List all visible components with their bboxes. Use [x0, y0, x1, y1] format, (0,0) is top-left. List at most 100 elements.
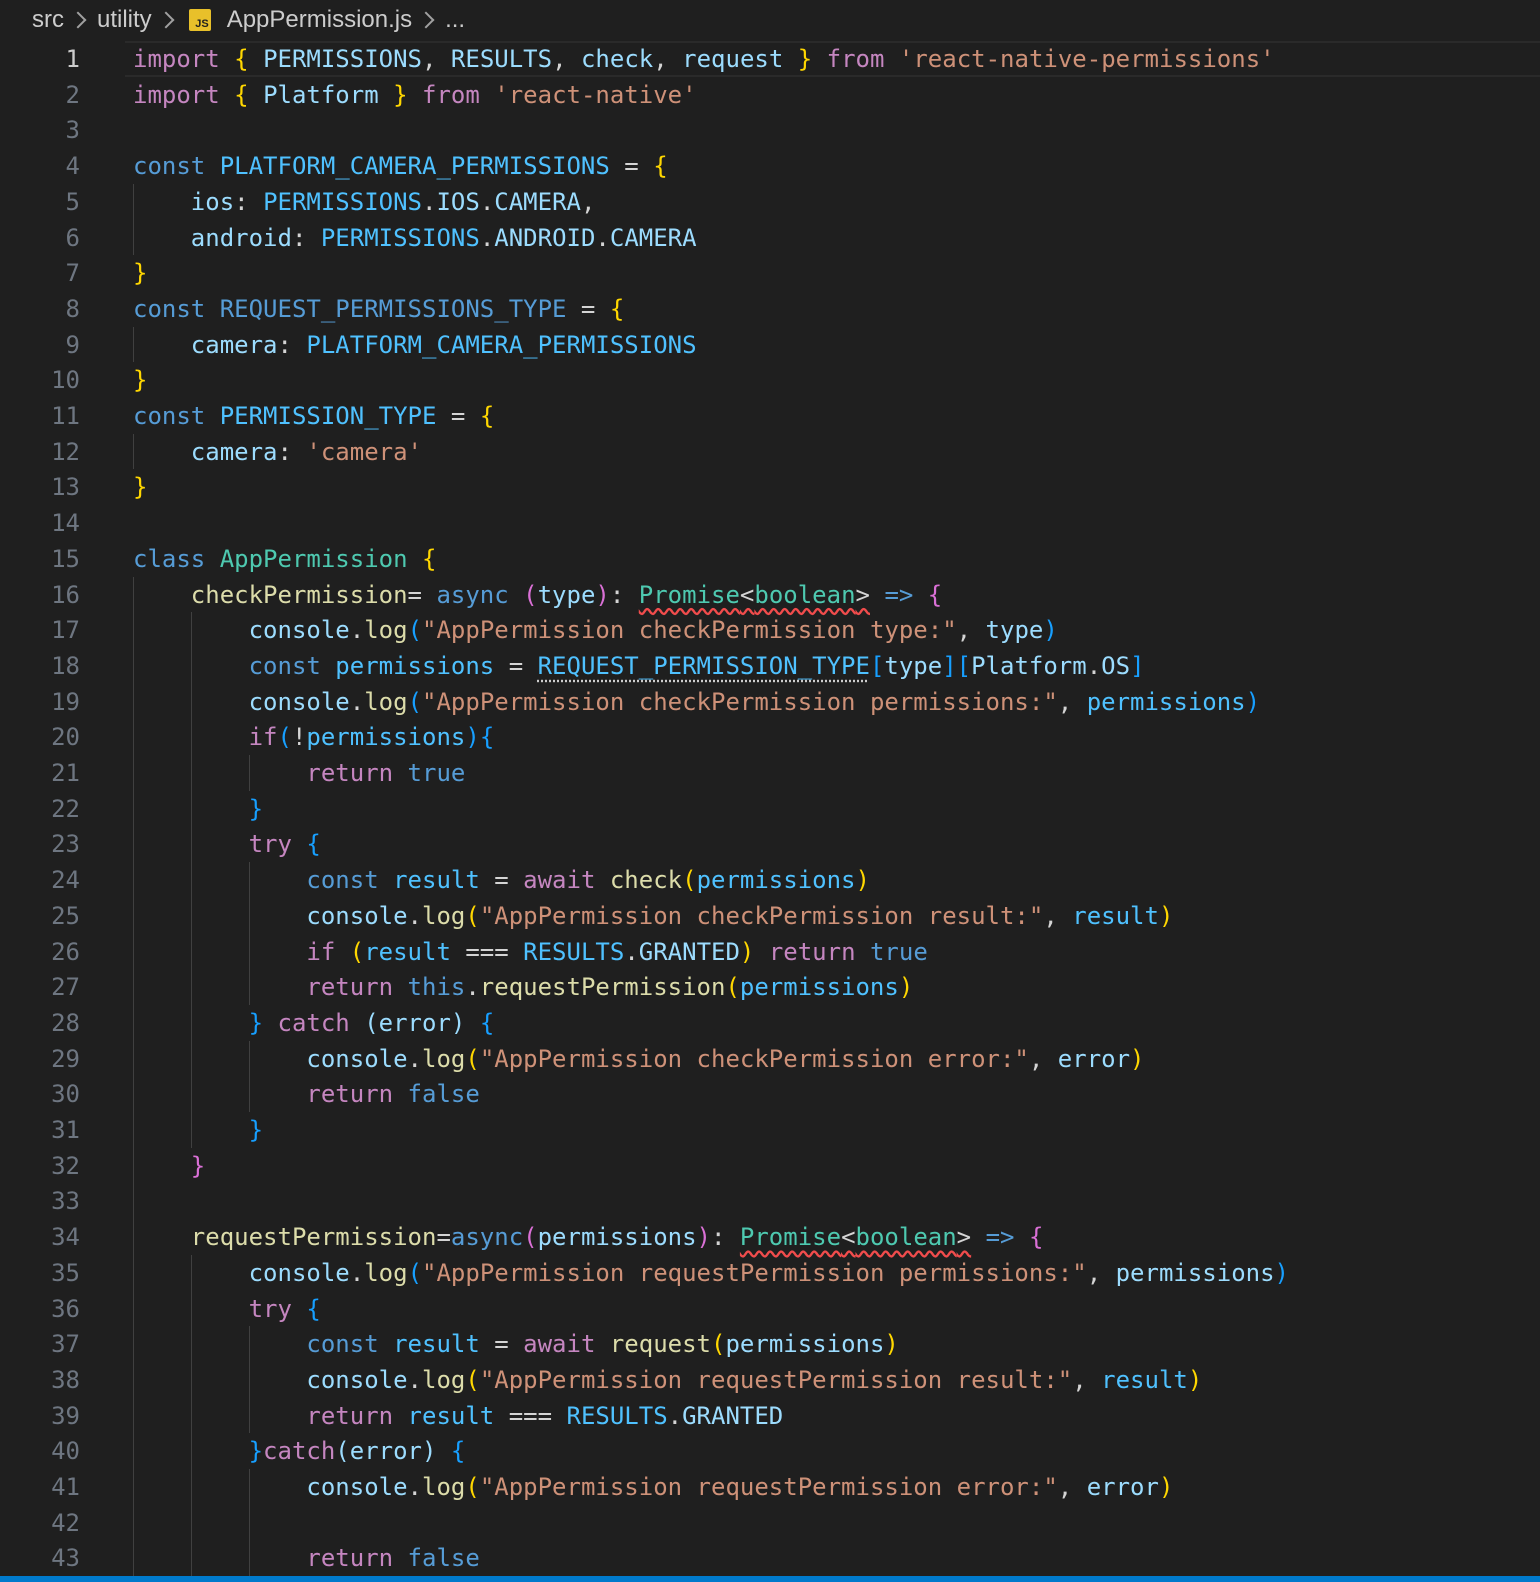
code-line[interactable]: 8 const REQUEST_PERMISSIONS_TYPE = { — [0, 291, 1540, 327]
code-line[interactable]: 39 return result === RESULTS.GRANTED — [0, 1398, 1540, 1434]
code-line[interactable]: 22 } — [0, 791, 1540, 827]
line-number: 16 — [51, 580, 80, 609]
code-line[interactable]: 5 ios: PERMISSIONS.IOS.CAMERA, — [0, 184, 1540, 220]
code-line[interactable]: 42 — [0, 1505, 1540, 1541]
code-line[interactable]: 27 return this.requestPermission(permiss… — [0, 969, 1540, 1005]
code-line[interactable]: 15 class AppPermission { — [0, 541, 1540, 577]
code-token: . — [624, 937, 639, 966]
code-line[interactable]: 16 checkPermission= async (type): Promis… — [0, 577, 1540, 613]
breadcrumb-item-file[interactable]: AppPermission.js — [227, 6, 412, 34]
code-line[interactable]: 31 } — [0, 1112, 1540, 1148]
code-line[interactable]: 11 const PERMISSION_TYPE = { — [0, 398, 1540, 434]
code-token: , — [1057, 1473, 1087, 1501]
code-line[interactable]: 43 return false — [0, 1540, 1540, 1576]
code-line[interactable]: 33 — [0, 1183, 1540, 1219]
code-line[interactable]: 10} — [0, 362, 1540, 398]
code-line[interactable]: 37 const result = await request(permissi… — [0, 1326, 1540, 1362]
code-line[interactable]: 20 if(!permissions){ — [0, 719, 1540, 755]
code-line[interactable]: 2 import { Platform } from 'react-native' — [0, 77, 1540, 113]
code-line[interactable]: 24 const result = await check(permission… — [0, 862, 1540, 898]
code-token: permissions — [335, 651, 495, 680]
code-line[interactable]: 3 — [0, 112, 1540, 148]
code-line[interactable]: 26 if (result === RESULTS.GRANTED) retur… — [0, 934, 1540, 970]
code-token: log — [422, 901, 466, 930]
indent-guide — [248, 755, 250, 791]
code-line[interactable]: 17 console.log("AppPermission checkPermi… — [0, 612, 1540, 648]
code-token: { — [306, 830, 321, 859]
code-line[interactable]: 28 } catch (error) { — [0, 1005, 1540, 1041]
breadcrumb-item-src[interactable]: src — [32, 6, 64, 34]
code-line[interactable]: 41 console.log("AppPermission requestPer… — [0, 1469, 1540, 1505]
code-token: requestPermission — [190, 1223, 437, 1252]
line-number: 17 — [51, 616, 80, 645]
code-token: result — [407, 1401, 495, 1430]
code-token: console — [306, 1365, 408, 1394]
code-token: } — [133, 366, 148, 395]
code-token: REQUEST_PERMISSIONS_TYPE — [219, 294, 567, 323]
code-token: ] — [1130, 651, 1145, 680]
code-line[interactable]: 13} — [0, 469, 1540, 505]
code-line[interactable]: 4 const PLATFORM_CAMERA_PERMISSIONS = { — [0, 148, 1540, 184]
code-token: permissions — [537, 1223, 697, 1252]
code-line[interactable]: 14 — [0, 505, 1540, 541]
code-token: result — [364, 937, 451, 966]
code-token: : — [277, 437, 307, 466]
code-token: . — [407, 1044, 422, 1073]
code-line[interactable]: 30 return false — [0, 1076, 1540, 1112]
code-line[interactable]: 12 camera: 'camera' — [0, 434, 1540, 470]
code-token: android — [190, 223, 292, 252]
code-line[interactable]: 29 console.log("AppPermission checkPermi… — [0, 1041, 1540, 1077]
code-text: } — [133, 791, 263, 827]
code-token: CAMERA — [609, 223, 697, 252]
code-line[interactable]: 23 try { — [0, 826, 1540, 862]
code-token: try — [248, 830, 292, 859]
line-number: 24 — [51, 866, 80, 895]
code-line[interactable]: 9 camera: PLATFORM_CAMERA_PERMISSIONS — [0, 327, 1540, 363]
code-token: result — [1072, 901, 1159, 930]
code-line[interactable]: 19 console.log("AppPermission checkPermi… — [0, 684, 1540, 720]
code-line[interactable]: 32 } — [0, 1148, 1540, 1184]
code-editor[interactable]: 1 import { PERMISSIONS, RESULTS, check, r… — [0, 41, 1540, 1576]
code-token: PLATFORM_CAMERA_PERMISSIONS — [306, 330, 697, 359]
indent-guide — [133, 433, 134, 470]
code-line[interactable]: 25 console.log("AppPermission checkPermi… — [0, 898, 1540, 934]
code-token: this — [407, 973, 466, 1002]
code-token: . — [479, 223, 495, 252]
code-token: return — [306, 1401, 394, 1430]
code-token: await — [523, 866, 596, 895]
code-token: ( — [523, 1223, 538, 1252]
breadcrumb-item-utility[interactable]: utility — [97, 6, 152, 34]
code-text: import { PERMISSIONS, RESULTS, check, re… — [133, 41, 1275, 77]
code-token: permissions — [696, 866, 856, 895]
code-token: ( — [725, 973, 740, 1002]
code-line[interactable]: 1 import { PERMISSIONS, RESULTS, check, r… — [0, 41, 1540, 77]
code-line[interactable]: 21 return true — [0, 755, 1540, 791]
line-number: 13 — [51, 473, 80, 502]
code-line[interactable]: 6 android: PERMISSIONS.ANDROID.CAMERA — [0, 220, 1540, 256]
code-line[interactable]: 18 const permissions = REQUEST_PERMISSIO… — [0, 648, 1540, 684]
code-token: type — [884, 651, 943, 680]
code-line[interactable]: 36 try { — [0, 1291, 1540, 1327]
breadcrumb-item-symbol[interactable]: ... — [445, 6, 465, 34]
code-line[interactable]: 38 console.log("AppPermission requestPer… — [0, 1362, 1540, 1398]
code-text: requestPermission=async(permissions): Pr… — [133, 1219, 1044, 1255]
code-line[interactable]: 35 console.log("AppPermission requestPer… — [0, 1255, 1540, 1291]
code-token: ( — [335, 1437, 350, 1466]
code-line[interactable]: 34 requestPermission=async(permissions):… — [0, 1219, 1540, 1255]
code-token: = — [566, 294, 610, 323]
code-token: { — [1028, 1223, 1044, 1252]
indent-guide — [133, 326, 134, 363]
code-line[interactable]: 7} — [0, 255, 1540, 291]
code-line[interactable]: 40 }catch(error) { — [0, 1433, 1540, 1469]
